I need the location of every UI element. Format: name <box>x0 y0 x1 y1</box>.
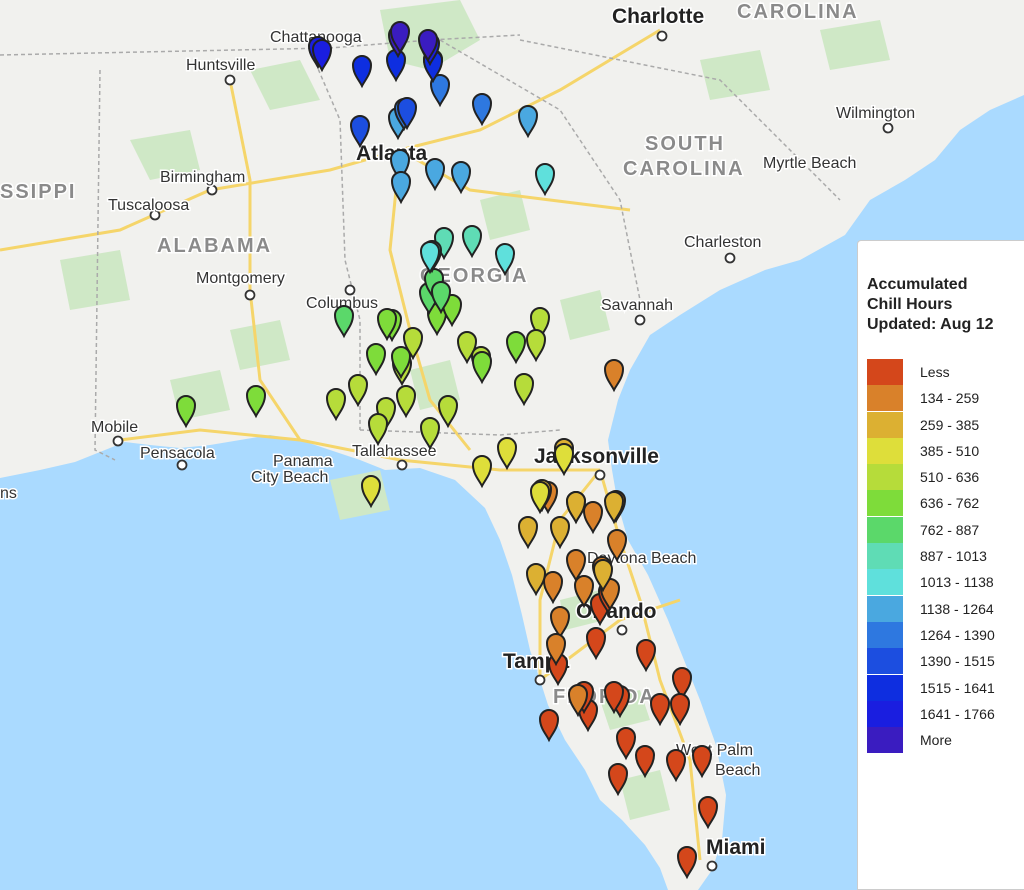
city-dot <box>706 860 718 872</box>
legend-label: More <box>920 732 952 749</box>
legend-items: Less 134 - 259 259 - 385 385 - 510 510 - 636… <box>867 359 1024 754</box>
legend-label: 1138 - 1264 <box>920 600 994 617</box>
city-label: City Beach <box>251 469 328 486</box>
legend-swatch <box>867 411 903 438</box>
legend-swatch <box>867 700 903 727</box>
legend-swatch <box>867 516 903 543</box>
region-label: CAROLINA <box>623 158 745 180</box>
legend-item: 1390 - 1515 <box>867 648 1024 675</box>
legend-item: 1515 - 1641 <box>867 674 1024 701</box>
legend-item: 762 - 887 <box>867 516 1024 543</box>
legend-swatch <box>867 727 903 754</box>
legend-title: Accumulated Chill Hours Updated: Aug 12 <box>867 275 1024 335</box>
legend-swatch <box>867 543 903 570</box>
city-dot <box>534 674 546 686</box>
city-label: Montgomery <box>196 270 285 287</box>
region-label: SOUTH <box>645 133 725 155</box>
city-dot <box>724 252 736 264</box>
city-label: Myrtle Beach <box>763 155 856 172</box>
legend-label: 636 - 762 <box>920 495 980 512</box>
legend-item: 259 - 385 <box>867 411 1024 438</box>
legend-item: 1013 - 1138 <box>867 569 1024 596</box>
legend-title-line2: Chill Hours <box>867 296 953 313</box>
city-label: Tuscaloosa <box>108 197 189 214</box>
legend-label: 1013 - 1138 <box>920 574 994 591</box>
legend-item: 134 - 259 <box>867 385 1024 412</box>
legend-label: 762 - 887 <box>920 521 980 538</box>
region-label: CAROLINA <box>737 1 859 23</box>
city-dot <box>594 469 606 481</box>
legend-swatch <box>867 359 903 385</box>
legend-label: 887 - 1013 <box>920 548 987 565</box>
city-label: Mobile <box>91 419 138 436</box>
edge-fragment-label: ns <box>0 485 17 502</box>
legend-item: Less <box>867 359 1024 385</box>
legend-label: 510 - 636 <box>920 469 980 486</box>
chill-hours-legend: Accumulated Chill Hours Updated: Aug 12 … <box>857 240 1024 890</box>
legend-swatch <box>867 674 903 701</box>
legend-item: 385 - 510 <box>867 437 1024 464</box>
region-label: ALABAMA <box>157 235 272 257</box>
city-dot <box>244 289 256 301</box>
legend-item: 1264 - 1390 <box>867 621 1024 648</box>
legend-swatch <box>867 595 903 622</box>
legend-label: 385 - 510 <box>920 442 980 459</box>
legend-item: 1641 - 1766 <box>867 700 1024 727</box>
legend-item: More <box>867 727 1024 754</box>
legend-label: Less <box>920 364 950 380</box>
city-label: Charleston <box>684 234 761 251</box>
city-dot <box>224 74 236 86</box>
city-label: Pensacola <box>140 445 215 462</box>
city-label: West Palm <box>676 742 753 759</box>
legend-swatch <box>867 464 903 491</box>
city-label: Wilmington <box>836 105 915 122</box>
city-dot <box>396 459 408 471</box>
legend-item: 636 - 762 <box>867 490 1024 517</box>
legend-swatch <box>867 490 903 517</box>
city-dot <box>206 184 218 196</box>
legend-swatch <box>867 648 903 675</box>
legend-swatch <box>867 385 903 412</box>
city-dot <box>112 435 124 447</box>
city-label: Beach <box>715 762 760 779</box>
legend-swatch <box>867 437 903 464</box>
city-label: Panama <box>273 453 333 470</box>
legend-label: 1390 - 1515 <box>920 653 995 670</box>
legend-title-line1: Accumulated <box>867 276 968 293</box>
legend-label: 1264 - 1390 <box>920 626 995 643</box>
map-pin-icon <box>538 709 560 743</box>
legend-label: 1515 - 1641 <box>920 679 995 696</box>
city-dot <box>344 284 356 296</box>
city-label: Miami <box>706 836 766 859</box>
city-dot <box>616 624 628 636</box>
city-label: Tallahassee <box>352 443 437 460</box>
legend-label: 259 - 385 <box>920 416 980 433</box>
city-label: Savannah <box>601 297 673 314</box>
legend-swatch <box>867 569 903 596</box>
city-label: Orlando <box>576 600 657 623</box>
city-label: Huntsville <box>186 57 255 74</box>
legend-item: 887 - 1013 <box>867 543 1024 570</box>
legend-item: 510 - 636 <box>867 464 1024 491</box>
region-label: SSIPPI <box>0 181 76 203</box>
station-marker[interactable] <box>538 709 560 743</box>
legend-label: 1641 - 1766 <box>920 705 995 722</box>
city-label: Birmingham <box>160 169 245 186</box>
city-dot <box>634 314 646 326</box>
city-label: Charlotte <box>612 5 704 28</box>
city-dot <box>882 122 894 134</box>
legend-title-line3: Updated: Aug 12 <box>867 316 994 333</box>
legend-swatch <box>867 621 903 648</box>
legend-item: 1138 - 1264 <box>867 595 1024 622</box>
city-dot <box>656 30 668 42</box>
city-label: Jacksonville <box>534 445 659 468</box>
legend-label: 134 - 259 <box>920 390 980 407</box>
